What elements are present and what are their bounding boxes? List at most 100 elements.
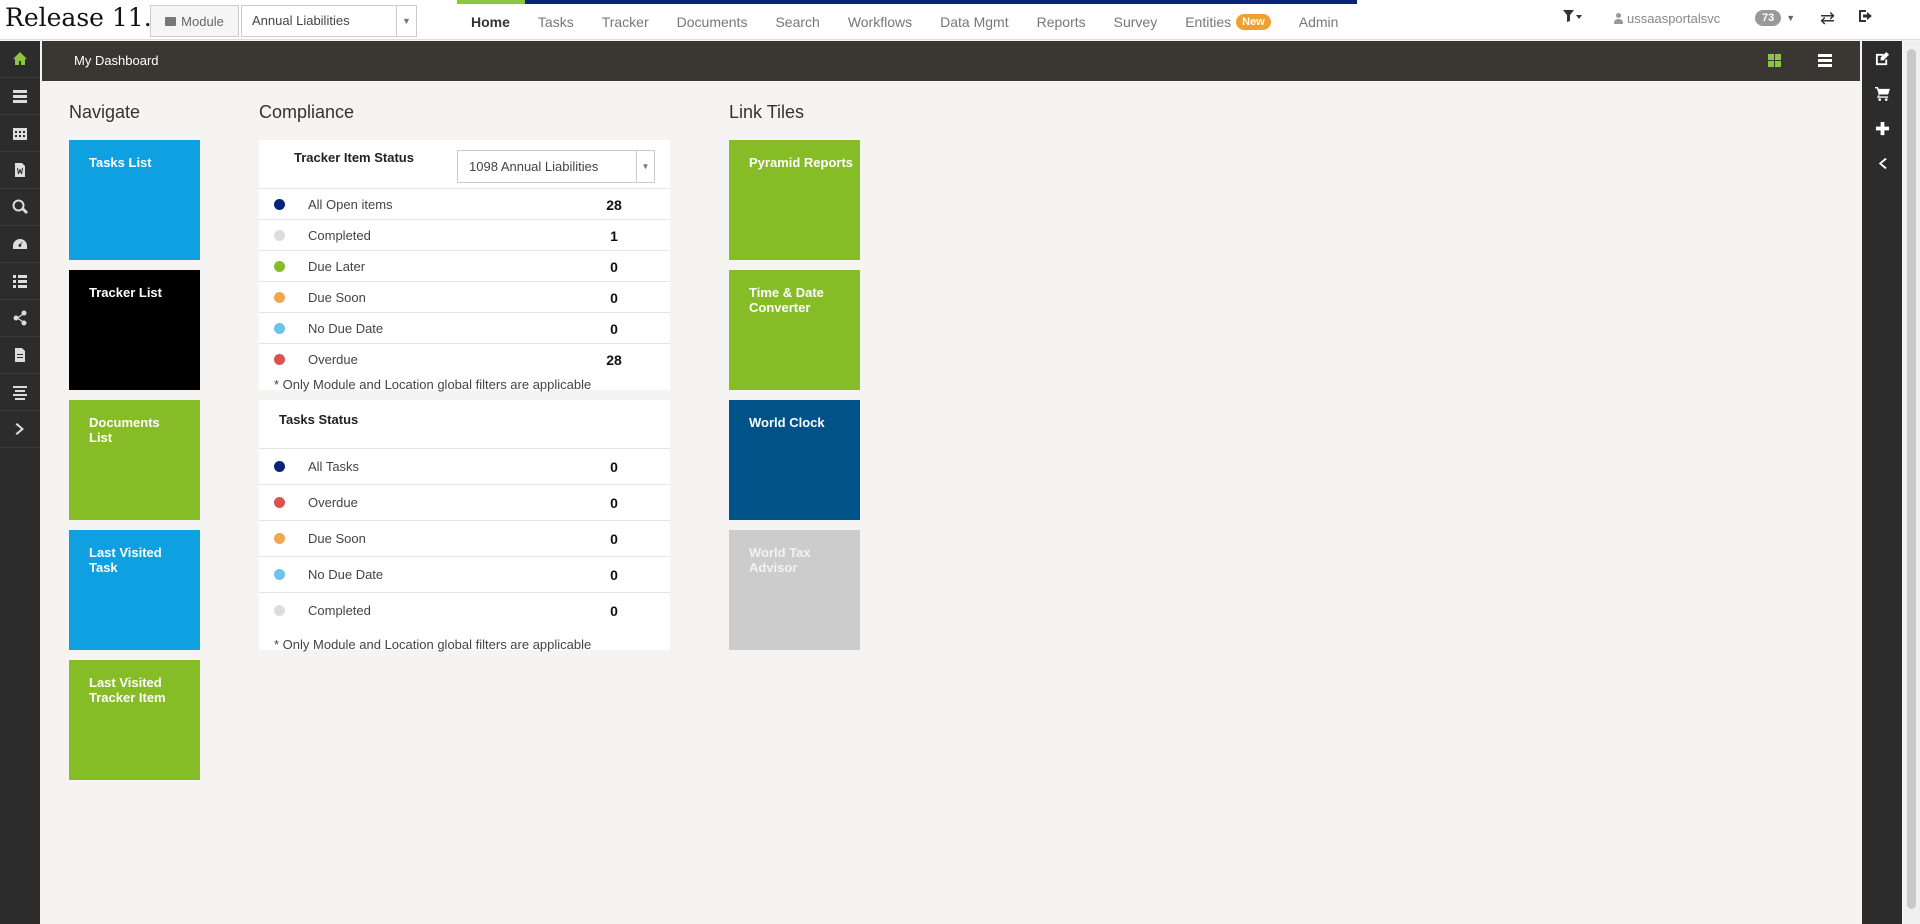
link-tiles-title: Link Tiles: [729, 102, 805, 122]
notifications[interactable]: 73 ▼: [1755, 10, 1795, 26]
nav-data-mgmt[interactable]: Data Mgmt: [926, 14, 1022, 30]
status-row[interactable]: Due Soon 0: [259, 281, 670, 312]
tile-documents-list[interactable]: Documents List: [69, 400, 200, 520]
switch-icon[interactable]: ⇄: [1820, 8, 1835, 29]
module-button[interactable]: Module: [150, 5, 239, 37]
dashboard-content: Navigate Tasks List Tracker List Documen…: [58, 81, 1858, 915]
status-count[interactable]: 0: [599, 321, 629, 337]
chevron-right-icon[interactable]: [0, 411, 40, 448]
nav-search[interactable]: Search: [761, 14, 833, 30]
tile-time-date-converter[interactable]: Time & Date Converter: [729, 270, 860, 390]
windows-tile-view-icon[interactable]: [1768, 54, 1781, 67]
status-dot: [274, 199, 285, 210]
plus-icon[interactable]: [1862, 111, 1902, 146]
status-row[interactable]: Overdue 28: [259, 343, 670, 374]
tile-tracker-list[interactable]: Tracker List: [69, 270, 200, 390]
nav-admin[interactable]: Admin: [1285, 14, 1353, 30]
tasks-icon[interactable]: [0, 78, 40, 115]
status-row[interactable]: All Tasks 0: [259, 448, 670, 484]
file-icon[interactable]: [0, 337, 40, 374]
tile-world-clock[interactable]: World Clock: [729, 400, 860, 520]
edit-icon[interactable]: [1862, 41, 1902, 76]
status-dot: [274, 354, 285, 365]
nav-entities[interactable]: Entities New: [1171, 14, 1285, 30]
tracker-select[interactable]: 1098 Annual Liabilities ▼: [457, 150, 655, 183]
tracker-status-title: Tracker Item Status: [294, 150, 414, 165]
search-icon[interactable]: [0, 189, 40, 226]
tasks-status-panel: Tasks Status All Tasks 0 Overdue 0 Due S…: [259, 400, 670, 652]
status-dot: [274, 605, 285, 616]
nav-tracker[interactable]: Tracker: [588, 14, 663, 30]
status-row[interactable]: No Due Date 0: [259, 312, 670, 343]
status-count[interactable]: 0: [599, 259, 629, 275]
status-count[interactable]: 0: [599, 531, 629, 547]
filter-note: * Only Module and Location global filter…: [274, 377, 592, 392]
status-count[interactable]: 0: [599, 290, 629, 306]
cart-icon[interactable]: [1862, 76, 1902, 111]
chevron-down-icon: ▼: [1786, 13, 1796, 23]
nav-home[interactable]: Home: [457, 14, 524, 30]
status-count[interactable]: 28: [599, 352, 629, 368]
tile-last-visited-tracker-item[interactable]: Last Visited Tracker Item: [69, 660, 200, 780]
status-dot: [274, 569, 285, 580]
status-row[interactable]: All Open items 28: [259, 188, 670, 219]
logout-icon[interactable]: [1858, 8, 1874, 29]
home-icon[interactable]: [0, 41, 40, 78]
status-dot: [274, 261, 285, 272]
status-count[interactable]: 28: [599, 197, 629, 213]
status-count[interactable]: 0: [599, 495, 629, 511]
tile-world-tax-advisor[interactable]: World Tax Advisor: [729, 530, 860, 650]
module-select[interactable]: Annual Liabilities ▼: [241, 5, 417, 37]
status-count[interactable]: 1: [599, 228, 629, 244]
list-icon[interactable]: [0, 263, 40, 300]
status-row[interactable]: Completed 1: [259, 219, 670, 250]
chevron-down-icon[interactable]: ▼: [396, 6, 416, 36]
scrollbar-thumb[interactable]: [1907, 49, 1916, 909]
tile-pyramid-reports[interactable]: Pyramid Reports: [729, 140, 860, 260]
status-row[interactable]: Due Soon 0: [259, 520, 670, 556]
status-row[interactable]: No Due Date 0: [259, 556, 670, 592]
list-view-icon[interactable]: [1818, 54, 1832, 67]
status-dot: [274, 292, 285, 303]
status-label: Overdue: [308, 352, 358, 367]
status-label: All Tasks: [308, 459, 360, 474]
filter-note: * Only Module and Location global filter…: [274, 637, 592, 652]
status-row[interactable]: Completed 0: [259, 592, 670, 628]
left-sidebar: [0, 41, 40, 924]
calendar-icon[interactable]: [0, 115, 40, 152]
scrollbar[interactable]: [1904, 41, 1920, 924]
align-icon[interactable]: [0, 374, 40, 411]
right-sidebar: [1862, 41, 1902, 924]
module-button-label: Module: [181, 13, 224, 29]
filter-icon[interactable]: [1563, 10, 1583, 27]
chevron-down-icon[interactable]: ▼: [636, 151, 654, 182]
user-icon: [1614, 13, 1623, 24]
status-label: Overdue: [308, 495, 358, 510]
status-dot: [274, 533, 285, 544]
nav-documents[interactable]: Documents: [663, 14, 762, 30]
status-count[interactable]: 0: [599, 459, 629, 475]
document-icon[interactable]: [0, 152, 40, 189]
status-label: No Due Date: [308, 567, 384, 582]
nav-tasks[interactable]: Tasks: [524, 14, 588, 30]
tasks-status-title: Tasks Status: [279, 412, 359, 427]
status-count[interactable]: 0: [599, 567, 629, 583]
nav-survey[interactable]: Survey: [1100, 14, 1172, 30]
release-label: Release 11.3: [5, 3, 168, 32]
status-count[interactable]: 0: [599, 603, 629, 619]
nav-workflows[interactable]: Workflows: [834, 14, 926, 30]
share-icon[interactable]: [0, 300, 40, 337]
status-row[interactable]: Due Later 0: [259, 250, 670, 281]
status-label: Due Soon: [308, 290, 366, 305]
status-dot: [274, 323, 285, 334]
status-dot: [274, 497, 285, 508]
tile-last-visited-task[interactable]: Last Visited Task: [69, 530, 200, 650]
tile-tasks-list[interactable]: Tasks List: [69, 140, 200, 260]
chevron-left-icon[interactable]: [1862, 146, 1902, 181]
status-row[interactable]: Overdue 0: [259, 484, 670, 520]
module-select-value: Annual Liabilities: [252, 13, 350, 28]
nav-reports[interactable]: Reports: [1023, 14, 1100, 30]
dashboard-gauge-icon[interactable]: [0, 226, 40, 263]
user-menu[interactable]: ussaasportalsvc: [1614, 11, 1720, 26]
briefcase-icon: [165, 16, 177, 26]
